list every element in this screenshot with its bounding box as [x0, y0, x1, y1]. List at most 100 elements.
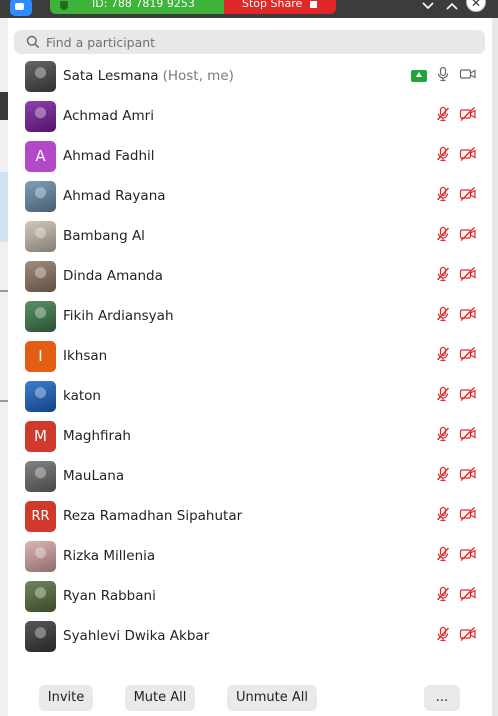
participant-status-icons — [435, 266, 477, 286]
participant-row[interactable]: Rizka Millenia — [14, 536, 485, 576]
participant-status-icons — [435, 346, 477, 366]
mute-all-button[interactable]: Mute All — [125, 685, 195, 711]
search-icon — [26, 35, 40, 49]
participant-name: Ryan Rabbani — [63, 576, 156, 616]
participant-row[interactable]: I Ikhsan — [14, 336, 485, 376]
video-camera-icon[interactable] — [459, 66, 477, 86]
muted-microphone-icon — [435, 146, 451, 166]
muted-microphone-icon — [435, 586, 451, 606]
avatar — [25, 61, 56, 92]
microphone-icon[interactable] — [435, 66, 451, 86]
participant-row[interactable]: Ryan Rabbani — [14, 576, 485, 616]
avatar: RR — [25, 501, 56, 532]
participant-name: Maghfirah — [63, 416, 131, 456]
participant-name-text: Ryan Rabbani — [63, 588, 156, 604]
participant-row[interactable]: Dinda Amanda — [14, 256, 485, 296]
avatar — [25, 181, 56, 212]
video-off-icon — [459, 466, 477, 486]
participant-row[interactable]: M Maghfirah — [14, 416, 485, 456]
participant-name: Ikhsan — [63, 336, 107, 376]
participant-status-icons — [435, 306, 477, 326]
avatar — [25, 261, 56, 292]
search-input[interactable] — [46, 30, 466, 54]
participant-name: MauLana — [63, 456, 124, 496]
participant-status-icons — [435, 626, 477, 644]
participant-name-text: MauLana — [63, 468, 125, 484]
participant-status-icons — [435, 466, 477, 486]
participant-name-text: Maghfirah — [63, 428, 131, 444]
participant-status-icons — [435, 586, 477, 606]
participant-row[interactable]: A Ahmad Fadhil — [14, 136, 485, 176]
participant-status-icons — [435, 426, 477, 446]
participant-status-icons — [411, 66, 477, 86]
participant-search[interactable] — [14, 30, 485, 54]
participant-name: Achmad Amri — [63, 96, 154, 136]
muted-microphone-icon — [435, 226, 451, 246]
participant-name-text: katon — [63, 388, 101, 404]
participant-status-icons — [435, 186, 477, 206]
participant-name-text: Bambang Al — [63, 228, 145, 244]
participant-row[interactable]: Fikih Ardiansyah — [14, 296, 485, 336]
video-off-icon — [459, 306, 477, 326]
participant-name: katon — [63, 376, 101, 416]
participant-name-text: Dinda Amanda — [63, 268, 163, 284]
participant-name: Ahmad Fadhil — [63, 136, 155, 176]
avatar — [25, 101, 56, 132]
participant-name: Reza Ramadhan Sipahutar — [63, 496, 242, 536]
participant-name: Sata Lesmana (Host, me) — [63, 56, 234, 96]
participant-name: Fikih Ardiansyah — [63, 296, 174, 336]
participant-name-text: Syahlevi Dwika Akbar — [63, 628, 210, 644]
participant-name: Dinda Amanda — [63, 256, 163, 296]
muted-microphone-icon — [435, 266, 451, 286]
participant-name-text: Reza Ramadhan Sipahutar — [63, 508, 243, 524]
participant-name: Syahlevi Dwika Akbar — [63, 616, 209, 656]
participant-row[interactable]: Achmad Amri — [14, 96, 485, 136]
video-off-icon — [459, 586, 477, 606]
participant-name-text: Sata Lesmana — [63, 68, 159, 84]
avatar — [25, 541, 56, 572]
participant-status-icons — [435, 546, 477, 564]
avatar — [25, 461, 56, 492]
background-window-edge — [0, 0, 8, 716]
participant-row[interactable]: Ahmad Rayana — [14, 176, 485, 216]
unmute-all-button[interactable]: Unmute All — [227, 685, 317, 711]
participant-name-text: Fikih Ardiansyah — [63, 308, 174, 324]
video-off-icon — [459, 226, 477, 246]
participant-name: Ahmad Rayana — [63, 176, 166, 216]
stop-share-label: Stop Share — [242, 0, 303, 10]
avatar — [25, 301, 56, 332]
invite-button[interactable]: Invite — [39, 685, 93, 711]
participant-list: Sata Lesmana (Host, me) Achmad Amri A Ahmad … — [14, 56, 485, 656]
video-off-icon — [459, 346, 477, 366]
avatar: I — [25, 341, 56, 372]
participant-status-icons — [435, 506, 477, 524]
video-off-icon — [459, 386, 477, 406]
participant-row[interactable]: Bambang Al — [14, 216, 485, 256]
more-options-button[interactable]: ... — [424, 685, 460, 711]
participant-name-text: Achmad Amri — [63, 108, 154, 124]
participant-row[interactable]: katon — [14, 376, 485, 416]
participant-row[interactable]: MauLana — [14, 456, 485, 496]
participant-row[interactable]: Sata Lesmana (Host, me) — [14, 56, 485, 96]
avatar: M — [25, 421, 56, 452]
avatar: A — [25, 141, 56, 172]
video-off-icon — [459, 426, 477, 446]
chevron-up-icon[interactable] — [444, 0, 460, 13]
avatar — [25, 221, 56, 252]
host-tag: (Host, me) — [162, 68, 234, 84]
avatar — [25, 381, 56, 412]
participant-name-text: Ahmad Fadhil — [63, 148, 155, 164]
video-off-icon — [459, 186, 477, 206]
participant-row[interactable]: Syahlevi Dwika Akbar — [14, 616, 485, 656]
muted-microphone-icon — [435, 386, 451, 406]
meeting-id-text: ID: 788 7819 9253 — [92, 0, 195, 10]
participant-name: Rizka Millenia — [63, 536, 155, 576]
meeting-id-pill[interactable]: ID: 788 7819 9253 — [50, 0, 226, 14]
stop-share-button[interactable]: Stop Share — [224, 0, 336, 14]
participant-row[interactable]: RR Reza Ramadhan Sipahutar — [14, 496, 485, 536]
close-icon[interactable]: ✕ — [466, 0, 486, 12]
participant-name-text: Ikhsan — [63, 348, 108, 364]
muted-microphone-icon — [435, 186, 451, 206]
participants-footer: Invite Mute All Unmute All ... — [0, 685, 498, 711]
chevron-down-icon[interactable] — [420, 0, 436, 13]
